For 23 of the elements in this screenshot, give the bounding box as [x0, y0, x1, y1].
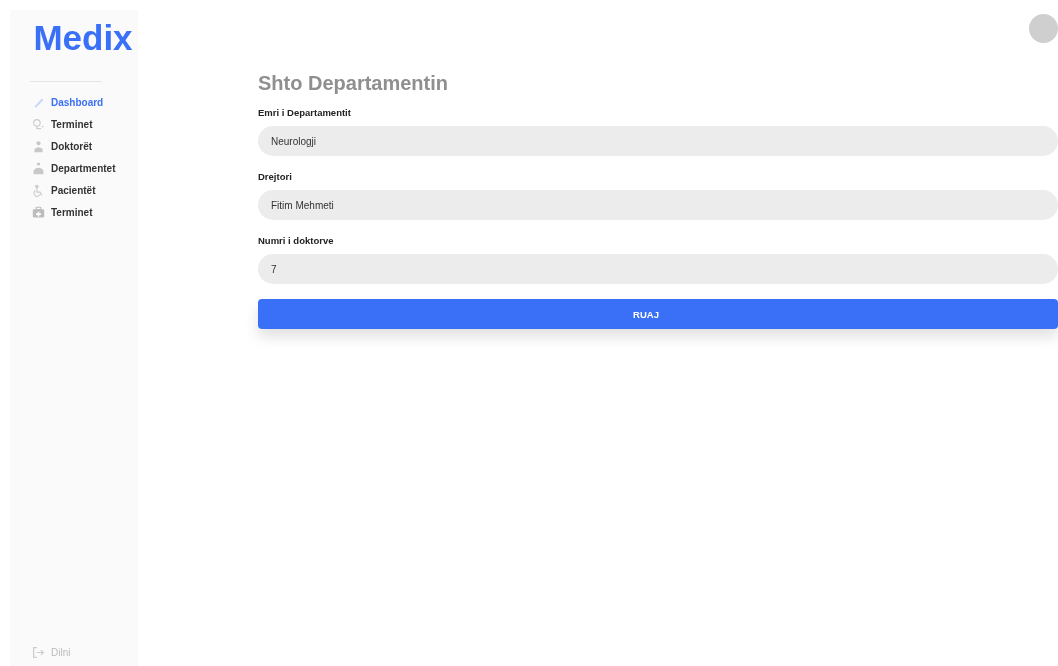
- sidebar-item[interactable]: Departmentet: [32, 160, 116, 177]
- logout-icon: [32, 646, 45, 659]
- sidebar-item[interactable]: Pacientët: [32, 182, 96, 199]
- sidebar-item[interactable]: Dashboard: [32, 94, 104, 111]
- field-label: Emri i Departamentit: [258, 107, 352, 118]
- sidebar-item[interactable]: Doktorët: [32, 138, 93, 155]
- medical-kit-icon: [32, 206, 45, 219]
- pencil-icon: [32, 96, 45, 109]
- input-field[interactable]: 7: [258, 254, 1058, 284]
- wheelchair-icon: [32, 184, 45, 197]
- logo: Medix: [32, 17, 134, 59]
- field-label: Numri i doktorve: [258, 235, 335, 246]
- save-button[interactable]: RUAJ: [258, 299, 1058, 329]
- stethoscope-icon: [32, 118, 45, 131]
- sidebar-item[interactable]: Terminet: [32, 116, 93, 133]
- person-icon: [32, 162, 45, 175]
- avatar[interactable]: [1029, 14, 1058, 43]
- form-title: Shto Departamentin: [258, 72, 450, 95]
- field-label: Drejtori: [258, 171, 293, 182]
- input-field[interactable]: Neurologji: [258, 126, 1058, 156]
- sidebar-item[interactable]: Terminet: [32, 204, 93, 221]
- input-field[interactable]: Fitim Mehmeti: [258, 190, 1058, 220]
- person-icon: [32, 140, 45, 153]
